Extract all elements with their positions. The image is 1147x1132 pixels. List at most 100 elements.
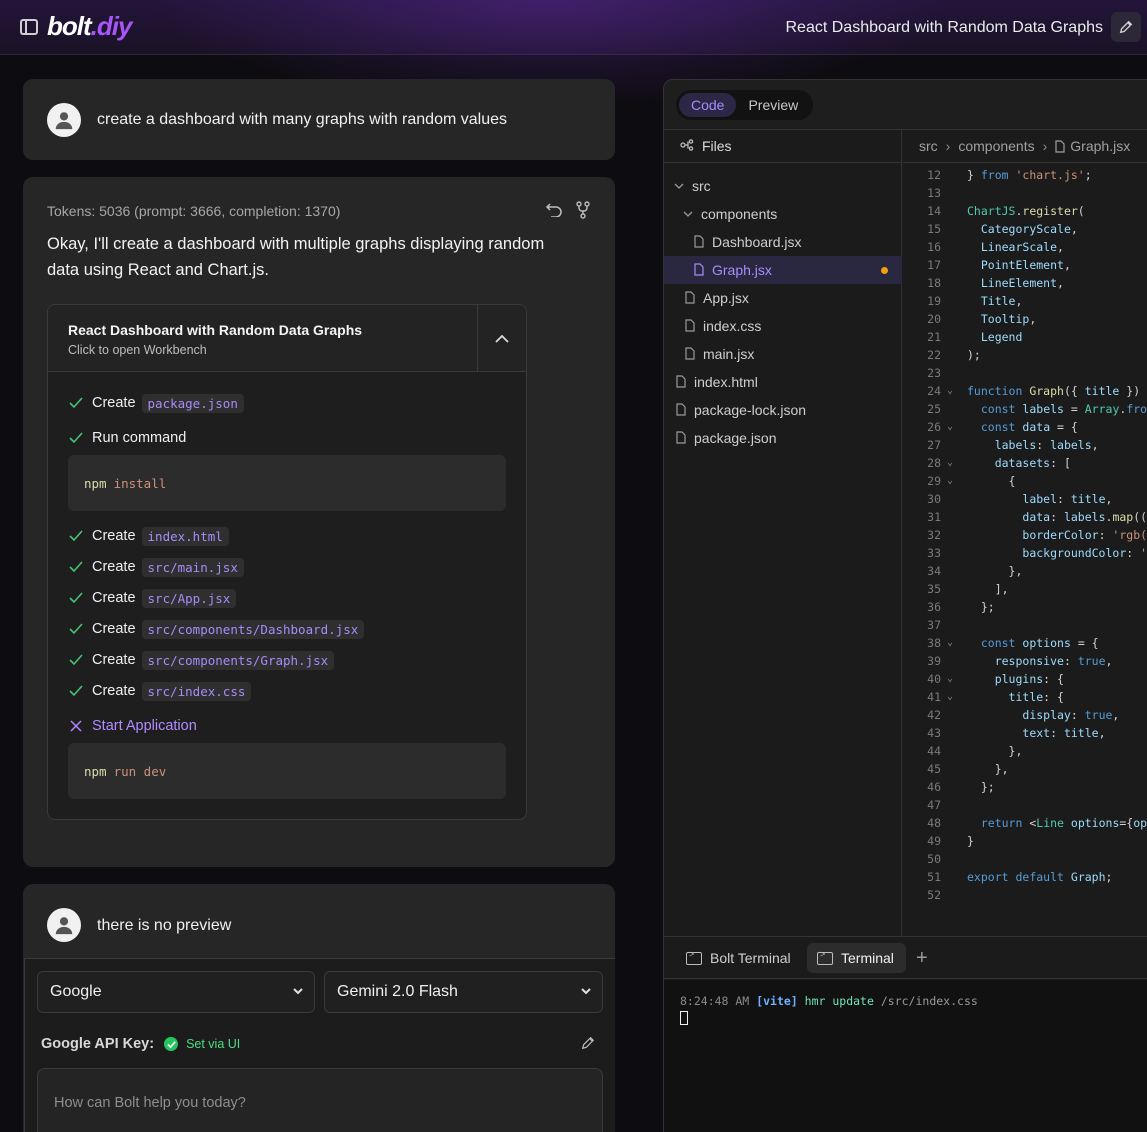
model-select[interactable]: Gemini 2.0 Flash (324, 971, 603, 1013)
fold-chevron-icon[interactable]: ⌄ (947, 670, 953, 688)
code-line[interactable]: 24 ⌄ function Graph({ title }) { (903, 382, 1147, 400)
tree-file[interactable]: App.jsx (664, 284, 902, 312)
tree-file[interactable]: Graph.jsx (664, 256, 902, 284)
tab-preview[interactable]: Preview (736, 93, 810, 117)
code-line[interactable]: 29 ⌄ { (903, 472, 1147, 490)
code-lines[interactable]: 12} from 'chart.js'; 13 14 ChartJS.register… (903, 166, 1147, 904)
file-chip[interactable]: src/index.css (141, 681, 252, 701)
edit-api-key-button[interactable] (581, 1036, 595, 1055)
code-line[interactable]: 16 LinearScale, (903, 238, 1147, 256)
code-line[interactable]: 42 display: true, (903, 706, 1147, 724)
tree-item-label: index.css (703, 318, 762, 334)
code-line[interactable]: 25 const labels = Array.from( (903, 400, 1147, 418)
check-icon (69, 685, 83, 697)
code-line[interactable]: 17 PointElement, (903, 256, 1147, 274)
logo[interactable]: bolt.diy (47, 11, 132, 42)
file-icon (685, 291, 697, 305)
edit-title-button[interactable] (1111, 12, 1141, 42)
code-line[interactable]: 48 return <Line options={opti (903, 814, 1147, 832)
code-line[interactable]: 12} from 'chart.js'; (903, 166, 1147, 184)
breadcrumb-item[interactable]: src (919, 138, 938, 154)
code-line[interactable]: 13 (903, 184, 1147, 202)
code-line[interactable]: 19 Title, (903, 292, 1147, 310)
code-line[interactable]: 36 }; (903, 598, 1147, 616)
file-chip[interactable]: package.json (141, 393, 244, 413)
code-line[interactable]: 14 ChartJS.register( (903, 202, 1147, 220)
code-line[interactable]: 18 LineElement, (903, 274, 1147, 292)
code-line[interactable]: 23 (903, 364, 1147, 382)
code-line[interactable]: 26 ⌄ const data = { (903, 418, 1147, 436)
add-terminal-button[interactable]: + (916, 947, 928, 970)
code-line[interactable]: 31 data: labels.map(() (903, 508, 1147, 526)
tree-file[interactable]: index.html (664, 368, 902, 396)
tree-folder[interactable]: components (664, 200, 902, 228)
fold-chevron-icon[interactable]: ⌄ (947, 472, 953, 490)
tree-file[interactable]: package-lock.json (664, 396, 902, 424)
breadcrumb-item[interactable]: Graph.jsx (1070, 138, 1130, 154)
code-line[interactable]: 22); (903, 346, 1147, 364)
code-line[interactable]: 35 ], (903, 580, 1147, 598)
code-line[interactable]: 49} (903, 832, 1147, 850)
collapse-button[interactable] (477, 305, 526, 372)
code-line[interactable]: 27 labels: labels, (903, 436, 1147, 454)
tree-file[interactable]: package.json (664, 424, 902, 452)
code-line[interactable]: 30 label: title, (903, 490, 1147, 508)
provider-select[interactable]: Google (37, 971, 315, 1013)
line-number: 21 (927, 330, 941, 344)
code-line[interactable]: 15 CategoryScale, (903, 220, 1147, 238)
code-line[interactable]: 44 }, (903, 742, 1147, 760)
code-text: LineElement, (980, 276, 1064, 290)
code-line[interactable]: 39 responsive: true, (903, 652, 1147, 670)
artifact-header[interactable]: React Dashboard with Random Data Graphs … (48, 305, 526, 372)
tree-file[interactable]: main.jsx (664, 340, 902, 368)
fold-chevron-icon[interactable]: ⌄ (947, 382, 953, 400)
code-line[interactable]: 46 }; (903, 778, 1147, 796)
revert-icon[interactable] (545, 201, 563, 222)
line-number: 12 (927, 168, 941, 182)
code-line[interactable]: 33 backgroundColor: 'rg (903, 544, 1147, 562)
line-number: 29 (927, 474, 941, 488)
code-line[interactable]: 52 (903, 886, 1147, 904)
file-chip[interactable]: src/App.jsx (141, 588, 237, 608)
tree-folder[interactable]: src (664, 172, 902, 200)
code-line[interactable]: 28 ⌄ datasets: [ (903, 454, 1147, 472)
code-line[interactable]: 34 }, (903, 562, 1147, 580)
check-circle-icon (164, 1037, 179, 1051)
terminal-output[interactable]: 8:24:48 AM [vite] hmr update /src/index.… (664, 980, 1147, 1132)
code-line[interactable]: 51 export default Graph; (903, 868, 1147, 886)
tree-file[interactable]: index.css (664, 312, 902, 340)
tab-code[interactable]: Code (679, 93, 737, 117)
tab-bolt-terminal[interactable]: Bolt Terminal (676, 943, 803, 973)
breadcrumb-item[interactable]: components (958, 138, 1034, 154)
artifact-subtitle: Click to open Workbench (68, 343, 207, 357)
tree-file[interactable]: Dashboard.jsx (664, 228, 902, 256)
code-line[interactable]: 40 ⌄ plugins: { (903, 670, 1147, 688)
code-line[interactable]: 20 Tooltip, (903, 310, 1147, 328)
code-line[interactable]: 45 }, (903, 760, 1147, 778)
tree-item-label: index.html (694, 374, 758, 390)
file-chip[interactable]: src/components/Graph.jsx (141, 650, 335, 670)
api-key-status: Set via UI (186, 1037, 241, 1051)
code-line[interactable]: 43 text: title, (903, 724, 1147, 742)
sidebar-toggle-icon[interactable] (20, 19, 38, 35)
tab-terminal[interactable]: Terminal (807, 943, 906, 973)
fold-chevron-icon[interactable]: ⌄ (947, 634, 953, 652)
file-chip[interactable]: index.html (141, 526, 229, 546)
code-line[interactable]: 50 (903, 850, 1147, 868)
code-line[interactable]: 32 borderColor: 'rgb(53 (903, 526, 1147, 544)
code-line[interactable]: 21 Legend (903, 328, 1147, 346)
code-line[interactable]: 38 ⌄ const options = { (903, 634, 1147, 652)
file-chip[interactable]: src/components/Dashboard.jsx (141, 619, 365, 639)
fold-chevron-icon[interactable]: ⌄ (947, 418, 953, 436)
fork-icon[interactable] (575, 201, 591, 224)
pencil-icon (1119, 20, 1133, 34)
prompt-input[interactable]: How can Bolt help you today? (37, 1068, 603, 1132)
code-text: PointElement, (980, 258, 1071, 272)
code-line[interactable]: 37 (903, 616, 1147, 634)
fold-chevron-icon[interactable]: ⌄ (947, 688, 953, 706)
artifact-card[interactable]: React Dashboard with Random Data Graphs … (47, 304, 527, 820)
code-line[interactable]: 47 (903, 796, 1147, 814)
code-line[interactable]: 41 ⌄ title: { (903, 688, 1147, 706)
fold-chevron-icon[interactable]: ⌄ (947, 454, 953, 472)
file-chip[interactable]: src/main.jsx (141, 557, 244, 577)
